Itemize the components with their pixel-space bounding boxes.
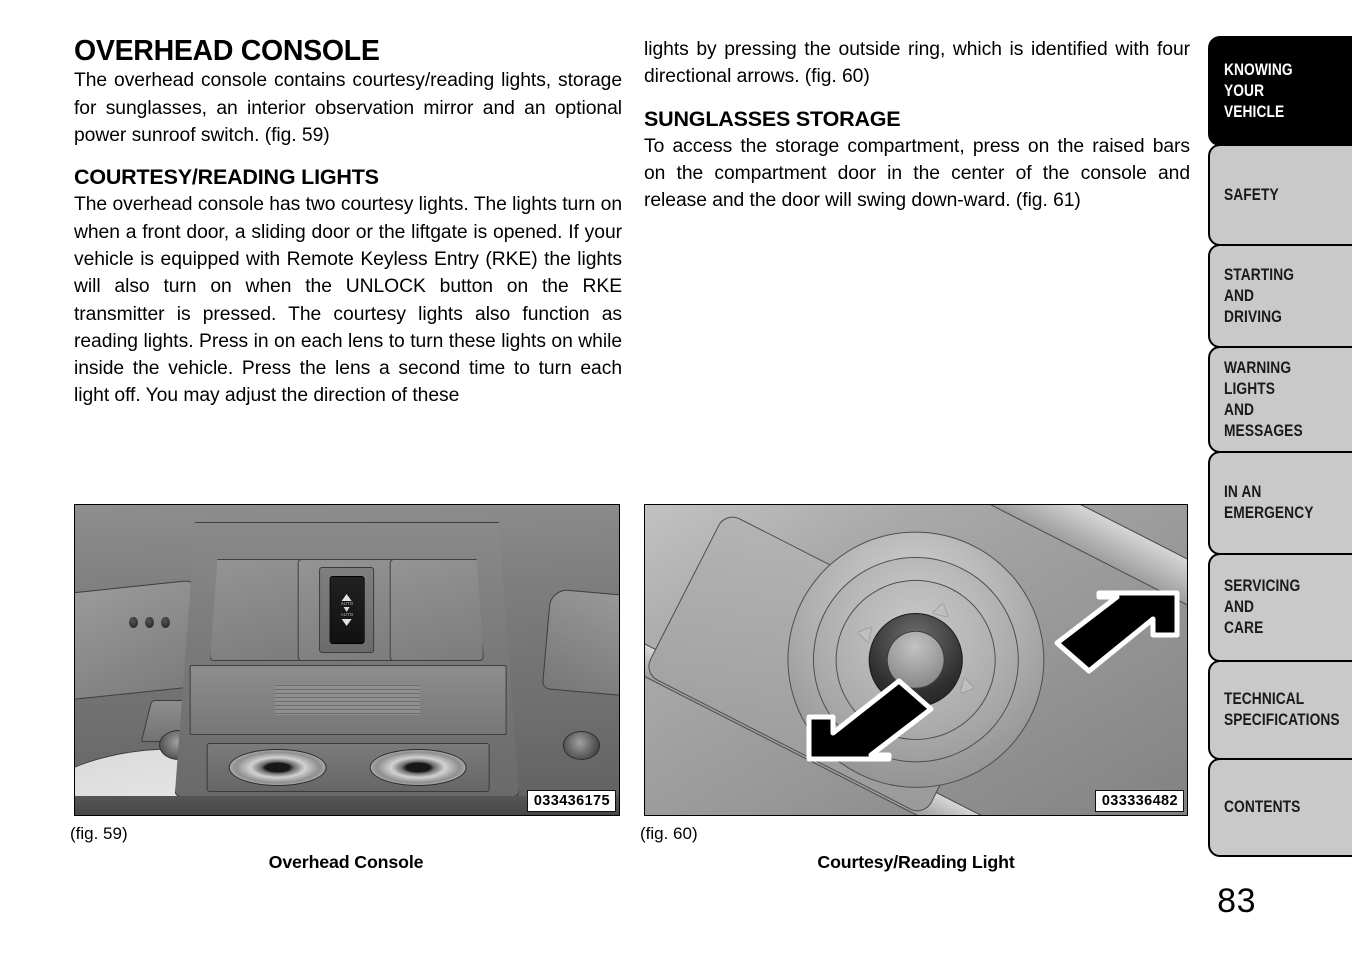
continued-paragraph: lights by pressing the outside ring, whi… [644,39,1190,88]
console-panel-right [389,558,485,662]
figure-image-id-60: 033336482 [1094,789,1184,812]
reading-light-lens-right[interactable] [369,748,467,787]
tab-label: KNOWING YOUR VEHICLE [1224,60,1293,121]
page-title: OVERHEAD CONSOLE [74,35,380,67]
tab-label: SAFETY [1224,185,1279,204]
figure-caption-59: Overhead Console [268,852,424,873]
callout-arrow-bottom-left-icon [806,678,934,762]
overhead-console-body: AUTO AUTO [174,522,520,797]
sunroof-open-arrow-icon [341,594,352,602]
tab-label: SERVICING AND CARE [1224,577,1301,637]
tab-technical-specifications[interactable]: TECHNICAL SPECIFICATIONS [1208,660,1352,760]
storage-door-raised-bars [275,684,421,715]
left-column: OVERHEAD CONSOLE The overhead console co… [74,36,622,410]
section-tab-strip: KNOWING YOUR VEHICLE SAFETY STARTING AND… [1208,36,1352,857]
power-sunroof-switch[interactable]: AUTO AUTO [329,575,365,644]
sun-visor-right [542,588,619,697]
figure-overhead-console-image: AUTO AUTO 033436175 [74,504,620,816]
visor-pivot-right [562,731,600,760]
sunroof-switch-housing: AUTO AUTO [319,566,375,654]
sunroof-close-arrow-icon [341,618,352,626]
sunroof-auto-label-bottom: AUTO [340,612,354,618]
tab-label: CONTENTS [1224,798,1301,816]
tab-servicing-and-care[interactable]: SERVICING AND CARE [1208,553,1352,662]
subsection-title-courtesy-reading-lights: COURTESY/READING LIGHTS [74,165,379,190]
visor-vent-holes [129,616,171,628]
figure-image-id-59: 033436175 [526,789,616,812]
tab-in-an-emergency[interactable]: IN AN EMERGENCY [1208,451,1352,555]
visor-hole [161,616,171,628]
tab-label: WARNING LIGHTS AND MESSAGES [1224,358,1303,440]
callout-arrow-top-right-icon [1054,590,1180,674]
tab-knowing-your-vehicle[interactable]: KNOWING YOUR VEHICLE [1208,36,1352,146]
right-column: lights by pressing the outside ring, whi… [644,36,1190,215]
subsection-title-sunglasses-storage: SUNGLASSES STORAGE [644,106,901,131]
tab-contents[interactable]: CONTENTS [1208,758,1352,857]
figure-reference-59: (fig. 59) [70,824,128,843]
tab-starting-and-driving[interactable]: STARTING AND DRIVING [1208,244,1352,348]
console-panel-left [209,558,305,662]
tab-label: STARTING AND DRIVING [1224,265,1295,326]
page-number: 83 [1217,882,1256,920]
caption-block-60: (fig. 60) Courtesy/Reading Light [640,824,1192,882]
courtesy-reading-lights-paragraph: The overhead console has two courtesy li… [74,194,622,407]
reading-light-lens-left[interactable] [228,748,327,787]
tab-warning-lights-and-messages[interactable]: WARNING LIGHTS AND MESSAGES [1208,346,1352,453]
direction-arrow-up-icon[interactable] [932,601,952,617]
visor-hole [145,616,155,628]
tab-label: IN AN EMERGENCY [1224,483,1314,522]
figure-courtesy-reading-light-image: 033336482 [644,504,1188,816]
direction-arrow-right-icon[interactable] [960,677,976,696]
tab-safety[interactable]: SAFETY [1208,144,1352,246]
sunglasses-storage-paragraph: To access the storage compartment, press… [644,135,1190,212]
caption-block-59: (fig. 59) Overhead Console [70,824,622,882]
courtesy-light-bar [206,743,490,792]
direction-arrow-left-icon[interactable] [855,624,872,643]
sunglasses-storage-door[interactable] [189,664,507,736]
manual-page: OVERHEAD CONSOLE The overhead console co… [0,0,1352,954]
figure-caption-60: Courtesy/Reading Light [817,852,1015,873]
intro-paragraph: The overhead console contains courtesy/r… [74,70,622,146]
figure-reference-60: (fig. 60) [640,824,698,843]
tab-label: TECHNICAL SPECIFICATIONS [1224,690,1340,729]
visor-hole [129,616,139,628]
sunroof-auto-label-top: AUTO [340,601,354,607]
